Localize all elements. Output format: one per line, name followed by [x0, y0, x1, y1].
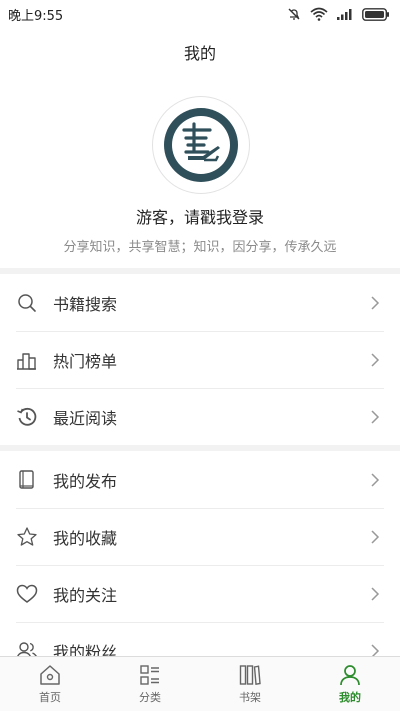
menu-group-discover: 书籍搜索 热门榜单 最近阅读 [0, 274, 400, 445]
ranking-icon [16, 349, 38, 371]
avatar[interactable] [152, 96, 250, 194]
menu-item-label: 我的发布 [53, 471, 118, 491]
nav-tab-mine[interactable]: 我的 [300, 657, 400, 711]
history-icon [16, 406, 38, 428]
nav-tab-home[interactable]: 首页 [0, 657, 100, 711]
menu-item-label: 我的收藏 [53, 528, 118, 548]
wifi-icon [310, 7, 328, 21]
status-bar: 晚上9:55 [0, 0, 400, 28]
nav-label: 书架 [239, 691, 261, 704]
screen: 晚上9:55 我的 游客，请戳我登录 分享知识，共享智慧；知识，因分享，传承久远… [0, 0, 400, 711]
heart-icon [16, 583, 38, 605]
nav-tab-category[interactable]: 分类 [100, 657, 200, 711]
menu-item-my-favorites[interactable]: 我的收藏 [0, 508, 400, 565]
status-icons [286, 7, 390, 21]
signal-icon [337, 9, 352, 20]
nav-label: 分类 [139, 691, 161, 704]
star-icon [16, 526, 38, 548]
bookshelf-icon [238, 663, 262, 687]
menu-item-label: 书籍搜索 [53, 294, 118, 314]
menu-group-mine: 我的发布 我的收藏 我的关注 我的粉丝 [0, 451, 400, 679]
chevron-right-icon [371, 529, 380, 544]
category-icon [138, 663, 162, 687]
bottom-nav: 首页 分类 书架 我的 [0, 656, 400, 711]
nav-label: 首页 [39, 691, 61, 704]
chevron-right-icon [371, 295, 380, 310]
nav-tab-bookshelf[interactable]: 书架 [200, 657, 300, 711]
menu-item-hot-ranking[interactable]: 热门榜单 [0, 331, 400, 388]
menu-item-label: 我的关注 [53, 585, 118, 605]
book-icon [16, 469, 38, 491]
profile-icon [338, 663, 362, 687]
menu-item-book-search[interactable]: 书籍搜索 [0, 274, 400, 331]
mute-alarm-icon [288, 8, 300, 20]
login-prompt[interactable]: 游客，请戳我登录 [0, 204, 400, 228]
chevron-right-icon [371, 409, 380, 424]
nav-label: 我的 [339, 691, 361, 704]
slogan: 分享知识，共享智慧；知识，因分享，传承久远 [63, 240, 337, 255]
chevron-right-icon [371, 352, 380, 367]
page-title: 我的 [183, 44, 216, 63]
menu-item-my-follows[interactable]: 我的关注 [0, 565, 400, 622]
battery-icon [362, 7, 389, 21]
search-icon [16, 292, 38, 314]
home-icon [38, 663, 62, 687]
menu-item-my-publish[interactable]: 我的发布 [0, 451, 400, 508]
menu-item-recent-reading[interactable]: 最近阅读 [0, 388, 400, 445]
chevron-right-icon [371, 586, 380, 601]
menu-item-label: 热门榜单 [53, 351, 118, 371]
status-time: 晚上9:55 [8, 8, 64, 24]
app-logo-icon [164, 108, 238, 182]
menu-item-label: 最近阅读 [53, 408, 118, 428]
chevron-right-icon [371, 472, 380, 487]
